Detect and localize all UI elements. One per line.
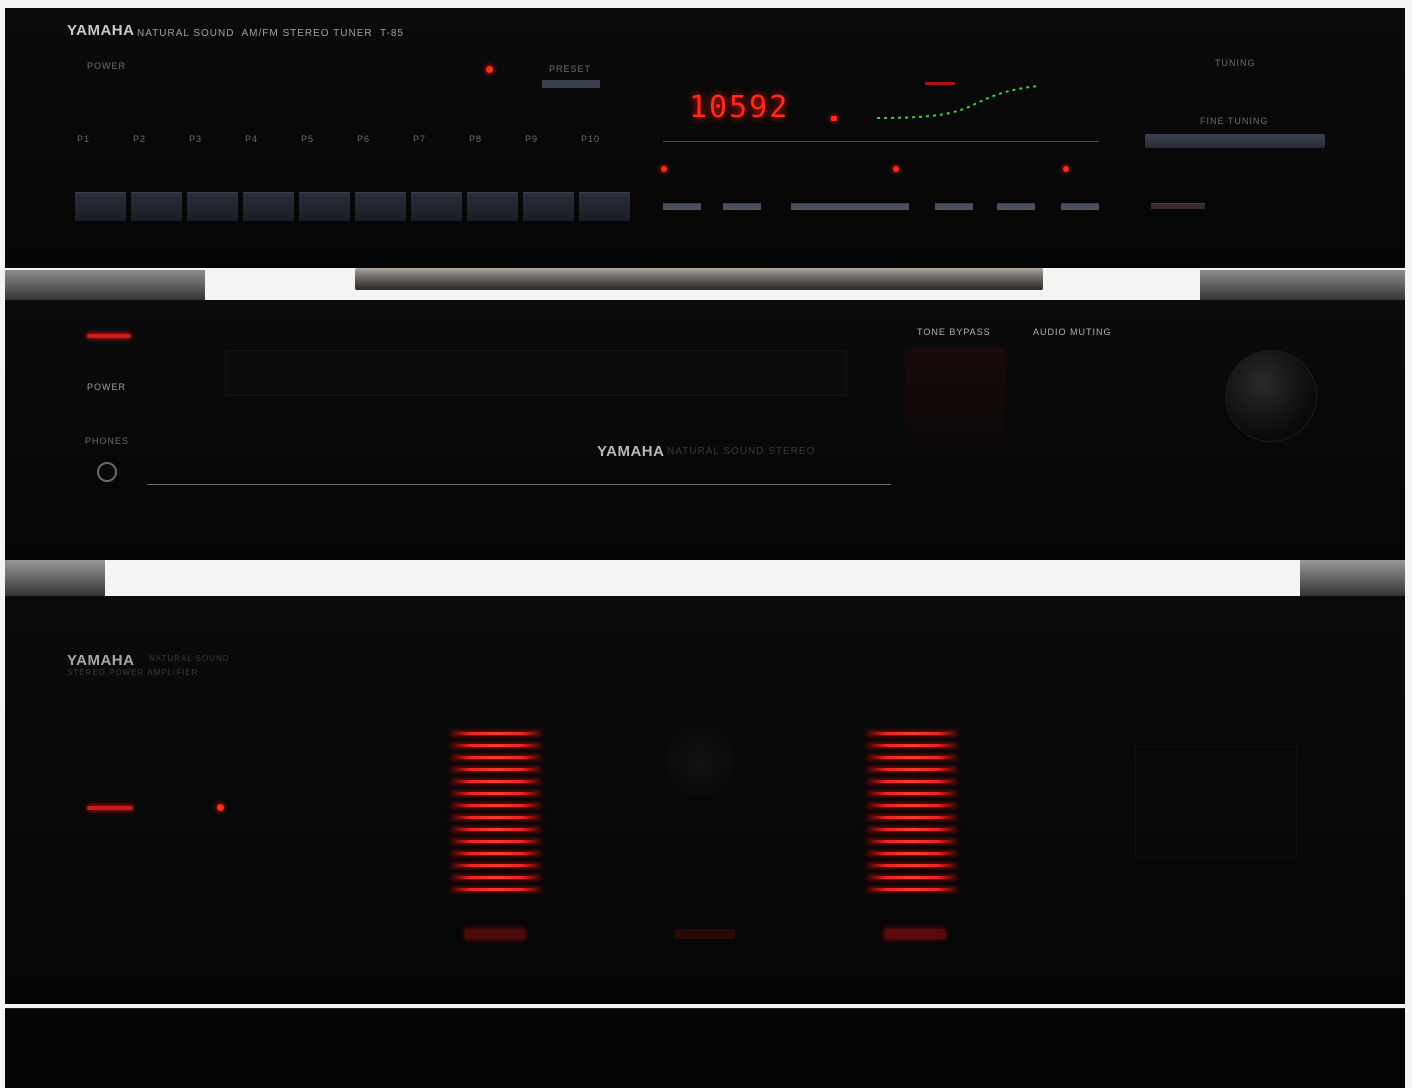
- right-meter-base: [885, 929, 945, 939]
- mode-led-2: [893, 166, 899, 172]
- preset-button-10[interactable]: [579, 192, 630, 221]
- display-dot-led: [831, 116, 837, 121]
- left-channel-meter: [451, 732, 541, 900]
- amp-trim-line: [147, 484, 891, 485]
- preset-label: PRESET: [549, 64, 592, 74]
- preset-labels-row: P1 P2 P3 P4 P5 P6 P7 P8 P9 P10: [77, 134, 637, 146]
- preset-button-3[interactable]: [187, 192, 238, 221]
- mode-button-6[interactable]: [1061, 203, 1099, 210]
- display-window: [225, 350, 847, 396]
- preset-label-2: P2: [133, 134, 147, 144]
- display-divider: [663, 141, 1099, 142]
- right-channel-meter: [867, 732, 957, 900]
- frequency-readout: 10592: [689, 90, 790, 125]
- preset-label-5: P5: [301, 134, 315, 144]
- preset-label-6: P6: [357, 134, 371, 144]
- center-meter-base: [675, 929, 735, 939]
- audio-muting-label: AUDIO MUTING: [1033, 327, 1112, 337]
- preset-label-7: P7: [413, 134, 427, 144]
- mode-button-4[interactable]: [935, 203, 973, 210]
- fine-tuning-knob[interactable]: [1145, 134, 1325, 148]
- poweramp-model-line1: NATURAL SOUND: [149, 654, 230, 663]
- poweramp-top-edge-right: [1300, 560, 1405, 600]
- tone-bypass-button[interactable]: [905, 348, 1005, 458]
- poweramp-model-line2: STEREO POWER AMPLIFIER: [67, 668, 199, 677]
- amp-top-edge-right: [1200, 270, 1405, 304]
- mode-button-5[interactable]: [997, 203, 1035, 210]
- amp-brand-logo: YAMAHA: [597, 443, 665, 460]
- tuner-model-text: NATURAL SOUND AM/FM STEREO TUNER T-85: [137, 28, 404, 39]
- mode-led-3: [1063, 166, 1069, 172]
- speaker-selector-panel[interactable]: [1135, 746, 1297, 858]
- preset-button-4[interactable]: [243, 192, 294, 221]
- poweramp-status-led: [217, 804, 224, 811]
- poweramp-top-edge-left: [5, 560, 105, 600]
- preset-mode-button[interactable]: [542, 80, 600, 88]
- amp-power-indicator: [87, 334, 131, 338]
- mode-led-1: [661, 166, 667, 172]
- volume-knob[interactable]: [1225, 350, 1317, 442]
- poweramp-brand-logo: YAMAHA: [67, 652, 135, 669]
- tuning-mode-button[interactable]: [791, 203, 909, 210]
- preset-button-6[interactable]: [355, 192, 406, 221]
- mode-button-1[interactable]: [663, 203, 701, 210]
- signal-strength-curve: [876, 82, 1041, 119]
- preset-button-2[interactable]: [131, 192, 182, 221]
- preset-label-1: P1: [77, 134, 91, 144]
- mode-button-2[interactable]: [723, 203, 761, 210]
- preset-label-3: P3: [189, 134, 203, 144]
- control-amplifier-unit: POWER PHONES YAMAHA NATURAL SOUND STEREO…: [5, 300, 1405, 560]
- memory-button[interactable]: [1151, 203, 1205, 209]
- tuning-label: TUNING: [1215, 58, 1256, 68]
- tuner-brand-logo: YAMAHA: [67, 22, 135, 39]
- preset-button-7[interactable]: [411, 192, 462, 221]
- left-meter-base: [465, 929, 525, 939]
- preset-label-9: P9: [525, 134, 539, 144]
- tuner-unit: YAMAHA NATURAL SOUND AM/FM STEREO TUNER …: [5, 8, 1405, 268]
- amp-model-text: NATURAL SOUND STEREO: [667, 446, 816, 457]
- fine-tuning-label: FINE TUNING: [1200, 116, 1269, 126]
- phones-label: PHONES: [85, 436, 130, 446]
- power-amplifier-unit: YAMAHA NATURAL SOUND STEREO POWER AMPLIF…: [5, 596, 1405, 1013]
- preset-button-9[interactable]: [523, 192, 574, 221]
- chassis-reflection: [355, 268, 1043, 290]
- tone-bypass-label: TONE BYPASS: [917, 327, 991, 337]
- preset-button-5[interactable]: [299, 192, 350, 221]
- preset-indicator-led: [486, 66, 493, 73]
- preset-label-10: P10: [581, 134, 601, 144]
- center-meter-window: [665, 726, 735, 796]
- poweramp-power-indicator: [87, 806, 133, 810]
- amp-power-label: POWER: [87, 382, 127, 392]
- preset-button-8[interactable]: [467, 192, 518, 221]
- amp-top-edge-left: [5, 270, 205, 304]
- headphone-jack[interactable]: [97, 462, 117, 482]
- preset-label-4: P4: [245, 134, 259, 144]
- preset-label-8: P8: [469, 134, 483, 144]
- preset-button-1[interactable]: [75, 192, 126, 221]
- base-plinth: [5, 1008, 1405, 1088]
- tuner-power-label: POWER: [87, 61, 127, 71]
